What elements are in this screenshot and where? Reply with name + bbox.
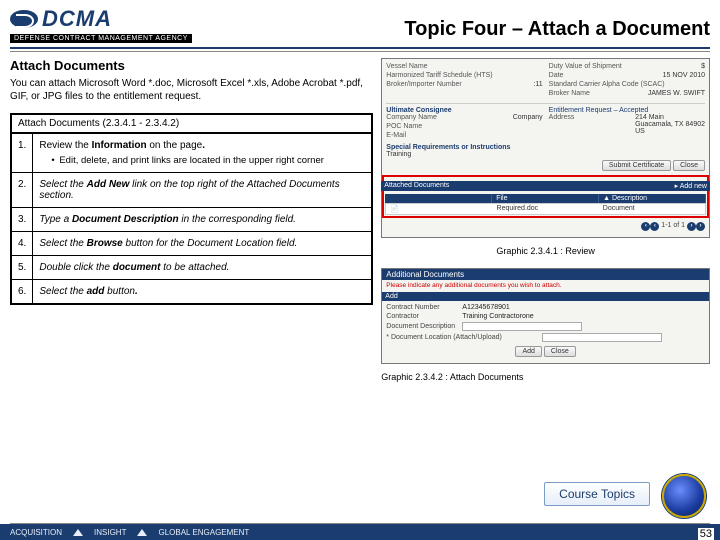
add-new-link[interactable]: ▸ Add new (675, 182, 707, 190)
page-number: 53 (698, 528, 714, 540)
step-text: Review the Information on the page. •Edi… (33, 133, 372, 173)
step-text: Type a Document Description in the corre… (33, 208, 372, 232)
dcma-logo-icon (10, 10, 38, 28)
steps-table: Attach Documents (2.3.4.1 - 2.3.4.2) 1. … (10, 113, 373, 305)
screenshot-attach: Additional Documents Please indicate any… (381, 268, 710, 364)
graphic-caption-2: Graphic 2.3.4.2 : Attach Documents (381, 372, 710, 382)
step-text: Select the Add New link on the top right… (33, 173, 372, 208)
triangle-icon (137, 529, 147, 536)
topic-title: Topic Four – Attach a Document (192, 18, 710, 43)
close-button-2[interactable]: Close (544, 346, 576, 357)
agency-seal-icon (662, 474, 706, 518)
step-text: Select the add button. (33, 280, 372, 305)
footer: ACQUISITION INSIGHT GLOBAL ENGAGEMENT 53 (0, 524, 720, 540)
add-button[interactable]: Add (515, 346, 541, 357)
doc-location-input[interactable] (542, 333, 662, 342)
step-num: 1. (11, 133, 33, 173)
section-intro: You can attach Microsoft Word *.doc, Mic… (10, 77, 373, 103)
triangle-icon (73, 529, 83, 536)
pager[interactable]: ‹‹ 1-1 of 1 ›› (386, 220, 705, 233)
screenshot-review: Vessel Name Harmonized Tariff Schedule (… (381, 58, 710, 238)
step-num: 2. (11, 173, 33, 208)
logo-subtitle: DEFENSE CONTRACT MANAGEMENT AGENCY (10, 34, 192, 43)
step-num: 4. (11, 232, 33, 256)
close-button[interactable]: Close (673, 160, 705, 171)
dcma-logo: DCMA DEFENSE CONTRACT MANAGEMENT AGENCY (10, 6, 192, 43)
step-num: 5. (11, 256, 33, 280)
step-num: 3. (11, 208, 33, 232)
step-text: Select the Browse button for the Documen… (33, 232, 372, 256)
section-title: Attach Documents (10, 58, 373, 73)
logo-text: DCMA (42, 6, 112, 32)
course-topics-button[interactable]: Course Topics (544, 482, 650, 506)
graphic-caption-1: Graphic 2.3.4.1 : Review (381, 246, 710, 256)
step-text: Double click the document to be attached… (33, 256, 372, 280)
steps-header: Attach Documents (2.3.4.1 - 2.3.4.2) (11, 114, 372, 133)
doc-description-input[interactable] (462, 322, 582, 331)
submit-certificate-button[interactable]: Submit Certificate (602, 160, 671, 171)
step-num: 6. (11, 280, 33, 305)
